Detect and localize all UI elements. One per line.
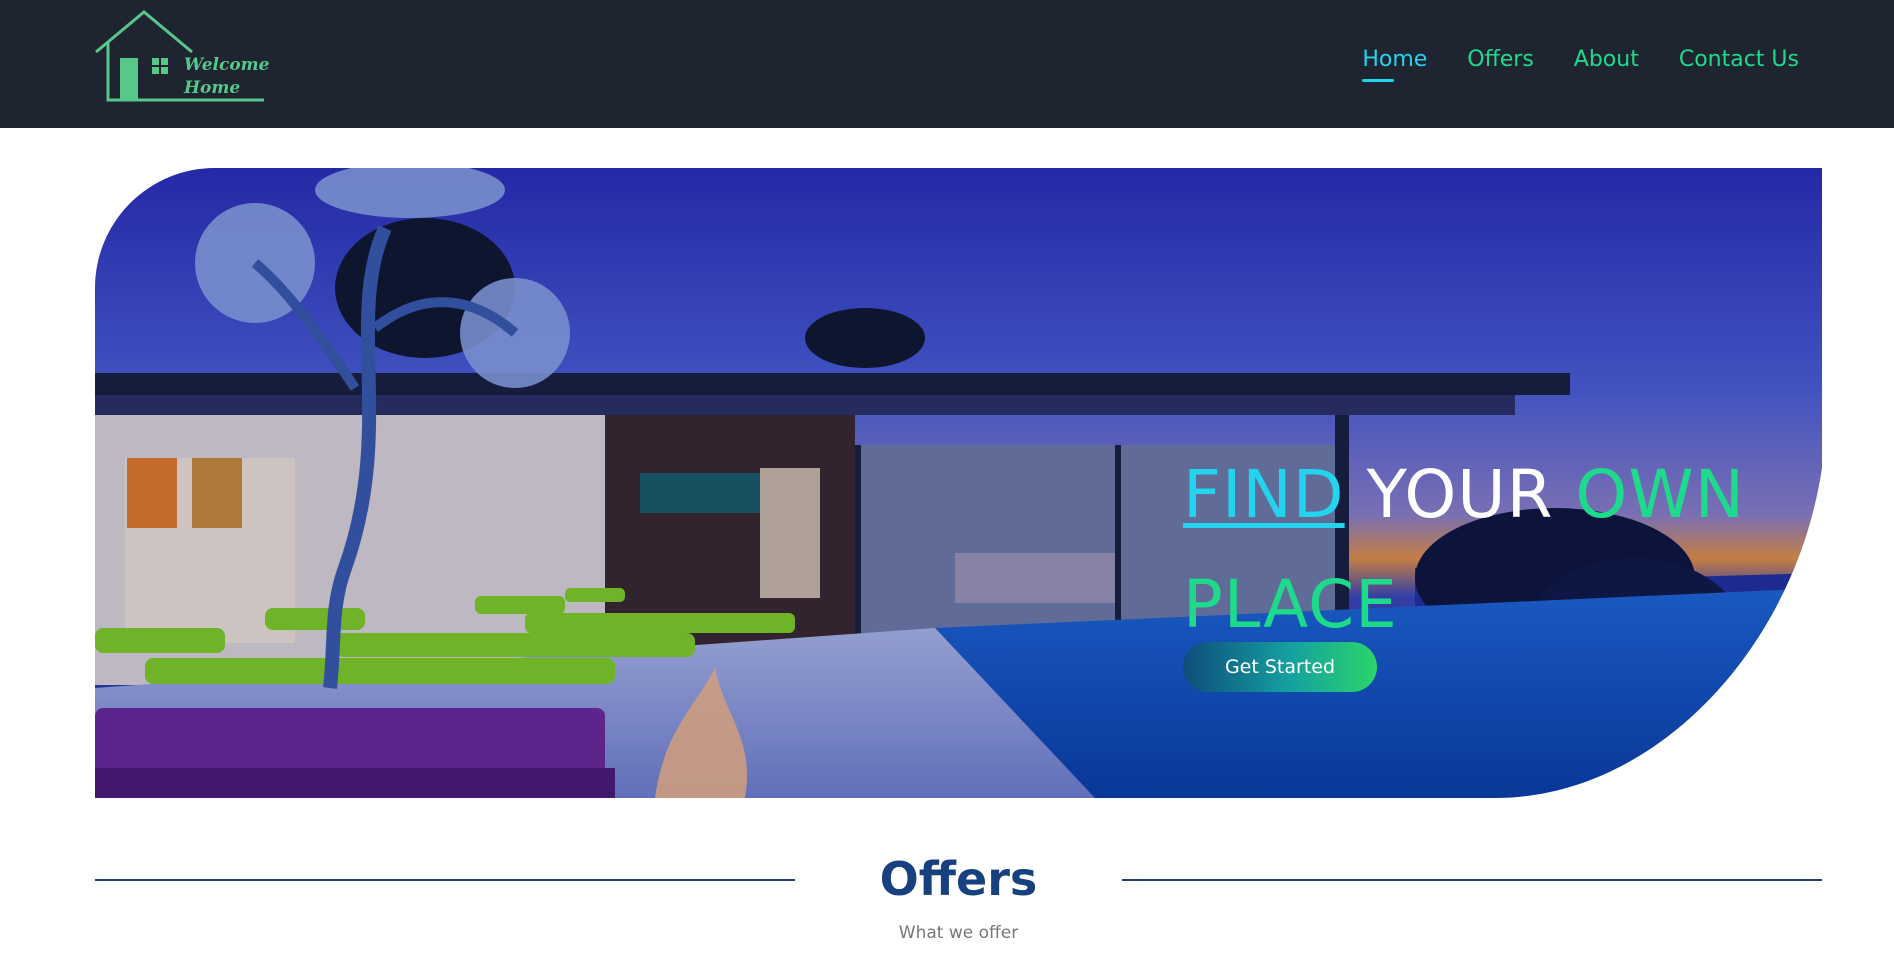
- hero-word-your: YOUR: [1366, 456, 1554, 533]
- hero-word-find: FIND: [1183, 456, 1345, 533]
- logo-text: Welcome Home: [184, 54, 270, 100]
- site-header: Welcome Home Home Offers About Contact U…: [0, 0, 1894, 128]
- hero-headline: FIND YOUR OWN PLACE: [1183, 440, 1822, 660]
- hero-word-place: PLACE: [1183, 566, 1398, 643]
- site-logo[interactable]: Welcome Home: [92, 10, 270, 104]
- hero-word-own: OWN: [1575, 456, 1746, 533]
- nav-offers-link[interactable]: Offers: [1467, 45, 1534, 83]
- main-nav: Home Offers About Contact Us: [1362, 45, 1799, 83]
- section-divider-right: [1122, 879, 1822, 881]
- section-divider-left: [95, 879, 795, 881]
- offers-section-title: Offers: [879, 852, 1038, 906]
- offers-section-subtitle: What we offer: [898, 923, 1019, 943]
- nav-home-link[interactable]: Home: [1362, 45, 1427, 83]
- logo-line-2: Home: [184, 78, 241, 98]
- get-started-button[interactable]: Get Started: [1183, 642, 1377, 692]
- hero-banner: FIND YOUR OWN PLACE Get Started: [95, 168, 1822, 798]
- nav-contact-link[interactable]: Contact Us: [1679, 45, 1799, 83]
- nav-about-link[interactable]: About: [1574, 45, 1639, 83]
- logo-line-1: Welcome: [184, 55, 270, 75]
